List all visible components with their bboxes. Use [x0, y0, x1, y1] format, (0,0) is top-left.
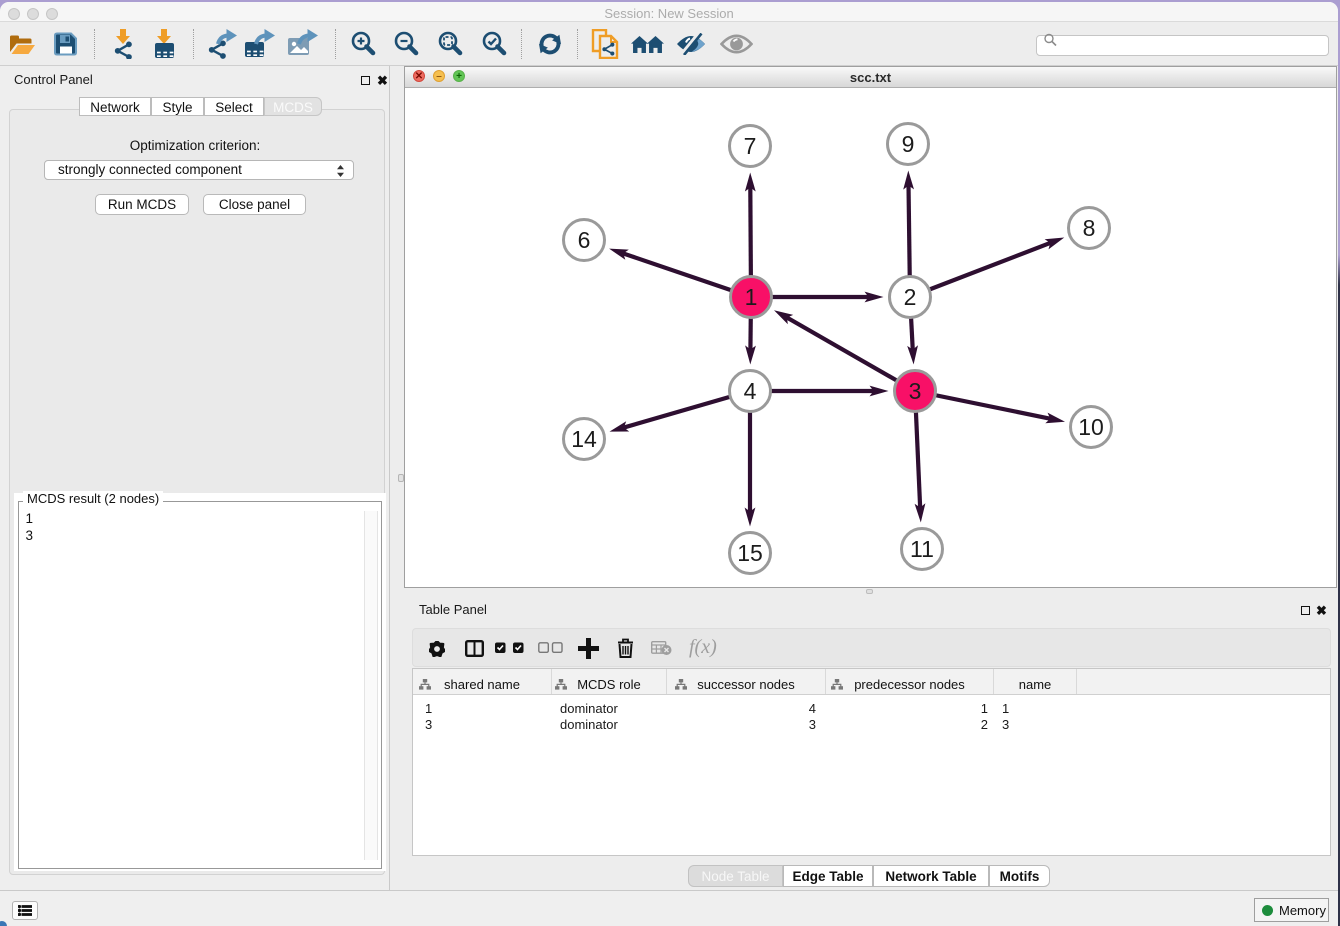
svg-text:1: 1	[745, 284, 758, 310]
svg-text:10: 10	[1078, 414, 1104, 440]
svg-text:4: 4	[744, 378, 757, 404]
svg-text:3: 3	[909, 378, 922, 404]
svg-text:15: 15	[737, 540, 763, 566]
svg-text:14: 14	[571, 426, 597, 452]
svg-text:2: 2	[904, 284, 917, 310]
svg-text:11: 11	[910, 536, 934, 562]
svg-text:7: 7	[744, 133, 757, 159]
svg-text:9: 9	[902, 131, 915, 157]
svg-text:8: 8	[1083, 215, 1096, 241]
svg-text:6: 6	[578, 227, 591, 253]
